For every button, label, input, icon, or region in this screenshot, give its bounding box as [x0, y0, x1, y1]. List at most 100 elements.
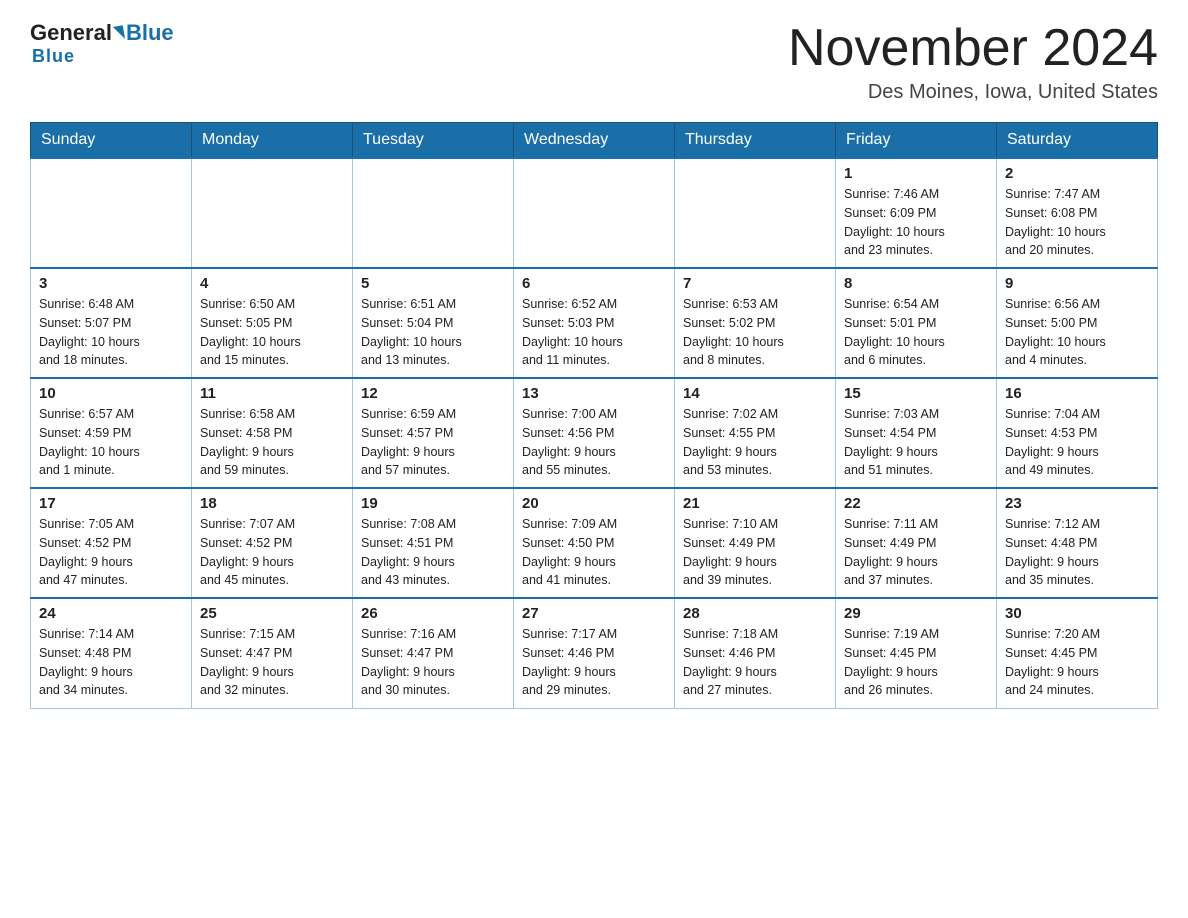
calendar-day-cell: 16 Sunrise: 7:04 AM Sunset: 4:53 PM Dayli…: [997, 378, 1158, 488]
calendar-day-cell: 29Sunrise: 7:19 AM Sunset: 4:45 PM Dayli…: [836, 598, 997, 708]
day-info: Sunrise: 6:52 AM Sunset: 5:03 PM Dayligh…: [522, 295, 666, 370]
calendar-day-cell: 24 Sunrise: 7:14 AM Sunset: 4:48 PM Dayli…: [31, 598, 192, 708]
day-number: 13: [522, 385, 666, 402]
calendar-week-row: 10 Sunrise: 6:57 AM Sunset: 4:59 PM Dayli…: [31, 378, 1158, 488]
day-info: Sunrise: 6:58 AM Sunset: 4:58 PM Dayligh…: [200, 405, 344, 480]
day-number: 11: [200, 385, 344, 402]
calendar-day-cell: [31, 158, 192, 268]
calendar-week-row: 1 Sunrise: 7:46 AM Sunset: 6:09 PM Daylig…: [31, 158, 1158, 268]
day-info: Sunrise: 6:53 AM Sunset: 5:02 PM Dayligh…: [683, 295, 827, 370]
calendar-day-cell: 2 Sunrise: 7:47 AM Sunset: 6:08 PM Daylig…: [997, 158, 1158, 268]
day-info: Sunrise: 7:05 AM Sunset: 4:52 PM Dayligh…: [39, 515, 183, 590]
day-number: 3: [39, 275, 183, 292]
day-number: 6: [522, 275, 666, 292]
day-number: 10: [39, 385, 183, 402]
calendar-day-cell: 18Sunrise: 7:07 AM Sunset: 4:52 PM Dayli…: [192, 488, 353, 598]
day-number: 9: [1005, 275, 1149, 292]
day-number: 1: [844, 165, 988, 182]
day-info: Sunrise: 7:11 AM Sunset: 4:49 PM Dayligh…: [844, 515, 988, 590]
logo-general: General: [30, 20, 112, 46]
day-number: 28: [683, 605, 827, 622]
day-number: 4: [200, 275, 344, 292]
day-number: 5: [361, 275, 505, 292]
location-text: Des Moines, Iowa, United States: [788, 81, 1158, 104]
calendar-day-cell: 17 Sunrise: 7:05 AM Sunset: 4:52 PM Dayli…: [31, 488, 192, 598]
day-info: Sunrise: 7:18 AM Sunset: 4:46 PM Dayligh…: [683, 625, 827, 700]
day-number: 15: [844, 385, 988, 402]
day-info: Sunrise: 6:57 AM Sunset: 4:59 PM Dayligh…: [39, 405, 183, 480]
day-info: Sunrise: 7:04 AM Sunset: 4:53 PM Dayligh…: [1005, 405, 1149, 480]
day-number: 14: [683, 385, 827, 402]
logo-subtitle: Blue: [32, 46, 75, 67]
calendar-day-header: Monday: [192, 123, 353, 159]
day-number: 23: [1005, 495, 1149, 512]
day-number: 27: [522, 605, 666, 622]
calendar-week-row: 3 Sunrise: 6:48 AM Sunset: 5:07 PM Daylig…: [31, 268, 1158, 378]
calendar-day-header: Wednesday: [514, 123, 675, 159]
day-info: Sunrise: 7:02 AM Sunset: 4:55 PM Dayligh…: [683, 405, 827, 480]
calendar-day-header: Friday: [836, 123, 997, 159]
calendar-day-header: Saturday: [997, 123, 1158, 159]
calendar-day-cell: 8 Sunrise: 6:54 AM Sunset: 5:01 PM Daylig…: [836, 268, 997, 378]
logo-arrow-icon: [113, 25, 125, 41]
calendar-day-cell: 5Sunrise: 6:51 AM Sunset: 5:04 PM Daylig…: [353, 268, 514, 378]
day-info: Sunrise: 6:48 AM Sunset: 5:07 PM Dayligh…: [39, 295, 183, 370]
day-info: Sunrise: 7:14 AM Sunset: 4:48 PM Dayligh…: [39, 625, 183, 700]
day-number: 2: [1005, 165, 1149, 182]
calendar-day-cell: 10 Sunrise: 6:57 AM Sunset: 4:59 PM Dayli…: [31, 378, 192, 488]
day-info: Sunrise: 7:07 AM Sunset: 4:52 PM Dayligh…: [200, 515, 344, 590]
calendar-week-row: 17 Sunrise: 7:05 AM Sunset: 4:52 PM Dayli…: [31, 488, 1158, 598]
title-area: November 2024 Des Moines, Iowa, United S…: [788, 20, 1158, 104]
day-info: Sunrise: 7:03 AM Sunset: 4:54 PM Dayligh…: [844, 405, 988, 480]
calendar-day-cell: 19 Sunrise: 7:08 AM Sunset: 4:51 PM Dayli…: [353, 488, 514, 598]
day-number: 17: [39, 495, 183, 512]
calendar-day-cell: 23 Sunrise: 7:12 AM Sunset: 4:48 PM Dayli…: [997, 488, 1158, 598]
day-info: Sunrise: 7:10 AM Sunset: 4:49 PM Dayligh…: [683, 515, 827, 590]
logo: General Blue Blue: [30, 20, 174, 67]
day-number: 7: [683, 275, 827, 292]
calendar-day-cell: 28 Sunrise: 7:18 AM Sunset: 4:46 PM Dayli…: [675, 598, 836, 708]
calendar-day-cell: 30Sunrise: 7:20 AM Sunset: 4:45 PM Dayli…: [997, 598, 1158, 708]
calendar-day-cell: 15 Sunrise: 7:03 AM Sunset: 4:54 PM Dayli…: [836, 378, 997, 488]
calendar-day-header: Thursday: [675, 123, 836, 159]
calendar-day-cell: 12 Sunrise: 6:59 AM Sunset: 4:57 PM Dayli…: [353, 378, 514, 488]
day-info: Sunrise: 7:20 AM Sunset: 4:45 PM Dayligh…: [1005, 625, 1149, 700]
day-info: Sunrise: 6:59 AM Sunset: 4:57 PM Dayligh…: [361, 405, 505, 480]
day-number: 12: [361, 385, 505, 402]
calendar-day-cell: [192, 158, 353, 268]
day-info: Sunrise: 6:50 AM Sunset: 5:05 PM Dayligh…: [200, 295, 344, 370]
day-number: 26: [361, 605, 505, 622]
day-number: 16: [1005, 385, 1149, 402]
calendar-day-header: Sunday: [31, 123, 192, 159]
calendar-day-cell: 11 Sunrise: 6:58 AM Sunset: 4:58 PM Dayli…: [192, 378, 353, 488]
day-number: 8: [844, 275, 988, 292]
day-number: 19: [361, 495, 505, 512]
calendar-day-cell: 1 Sunrise: 7:46 AM Sunset: 6:09 PM Daylig…: [836, 158, 997, 268]
calendar-header-row: SundayMondayTuesdayWednesdayThursdayFrid…: [31, 123, 1158, 159]
day-info: Sunrise: 7:17 AM Sunset: 4:46 PM Dayligh…: [522, 625, 666, 700]
calendar-day-cell: 4 Sunrise: 6:50 AM Sunset: 5:05 PM Daylig…: [192, 268, 353, 378]
calendar-week-row: 24 Sunrise: 7:14 AM Sunset: 4:48 PM Dayli…: [31, 598, 1158, 708]
day-info: Sunrise: 7:12 AM Sunset: 4:48 PM Dayligh…: [1005, 515, 1149, 590]
day-number: 24: [39, 605, 183, 622]
day-number: 22: [844, 495, 988, 512]
day-info: Sunrise: 7:47 AM Sunset: 6:08 PM Dayligh…: [1005, 185, 1149, 260]
day-info: Sunrise: 7:00 AM Sunset: 4:56 PM Dayligh…: [522, 405, 666, 480]
day-info: Sunrise: 6:54 AM Sunset: 5:01 PM Dayligh…: [844, 295, 988, 370]
day-number: 25: [200, 605, 344, 622]
day-number: 29: [844, 605, 988, 622]
calendar-day-cell: 27 Sunrise: 7:17 AM Sunset: 4:46 PM Dayli…: [514, 598, 675, 708]
calendar-day-cell: 26Sunrise: 7:16 AM Sunset: 4:47 PM Dayli…: [353, 598, 514, 708]
day-info: Sunrise: 7:46 AM Sunset: 6:09 PM Dayligh…: [844, 185, 988, 260]
calendar-day-cell: [514, 158, 675, 268]
calendar-day-cell: 14 Sunrise: 7:02 AM Sunset: 4:55 PM Dayli…: [675, 378, 836, 488]
day-info: Sunrise: 7:15 AM Sunset: 4:47 PM Dayligh…: [200, 625, 344, 700]
calendar-day-cell: 21 Sunrise: 7:10 AM Sunset: 4:49 PM Dayli…: [675, 488, 836, 598]
calendar-day-cell: 25 Sunrise: 7:15 AM Sunset: 4:47 PM Dayli…: [192, 598, 353, 708]
calendar-day-cell: 3 Sunrise: 6:48 AM Sunset: 5:07 PM Daylig…: [31, 268, 192, 378]
calendar-day-cell: 7 Sunrise: 6:53 AM Sunset: 5:02 PM Daylig…: [675, 268, 836, 378]
calendar-table: SundayMondayTuesdayWednesdayThursdayFrid…: [30, 122, 1158, 709]
day-number: 21: [683, 495, 827, 512]
day-info: Sunrise: 7:08 AM Sunset: 4:51 PM Dayligh…: [361, 515, 505, 590]
month-title: November 2024: [788, 20, 1158, 77]
